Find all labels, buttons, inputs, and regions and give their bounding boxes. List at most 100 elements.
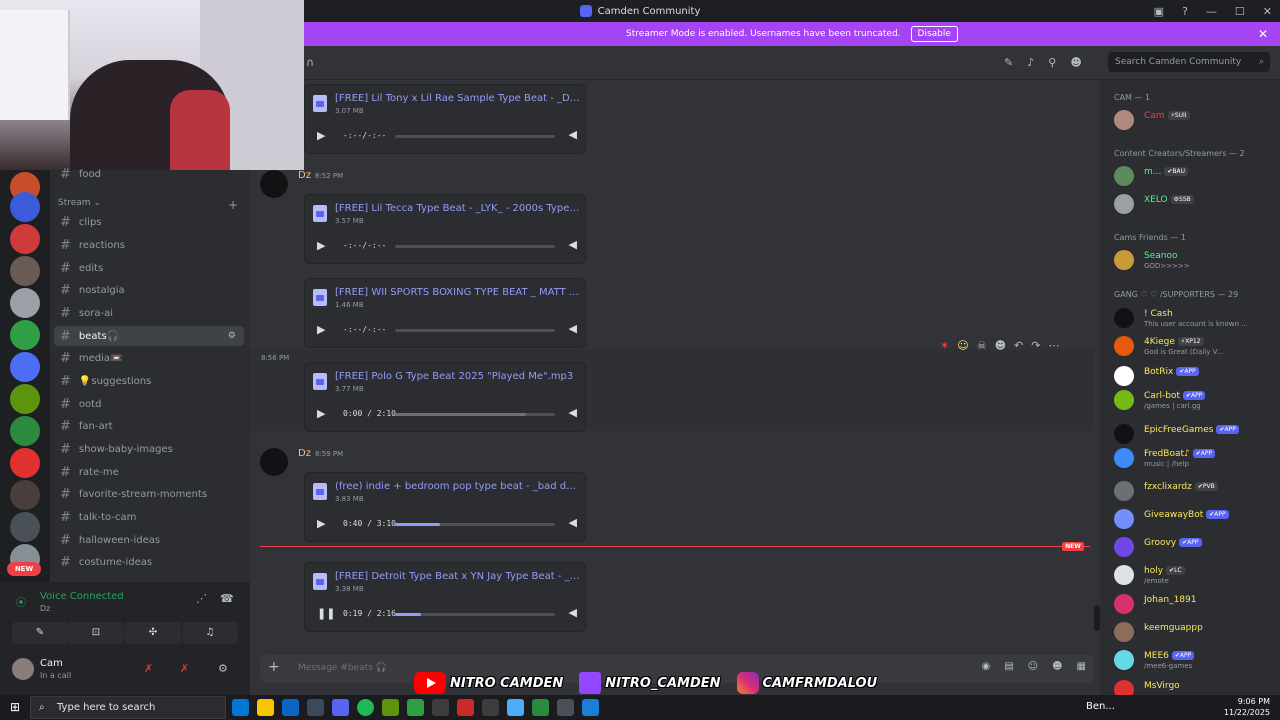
member-item[interactable]: MEE6 ✔APP /mee6-games <box>1114 648 1276 672</box>
channel-fan-art[interactable]: # fan-art <box>54 416 244 436</box>
bell-icon[interactable]: ♪ <box>1027 56 1034 69</box>
audio-attachment[interactable]: [FREE] Detroit Type Beat x YN Jay Type B… <box>304 562 586 632</box>
channel-sora-ai[interactable]: # sora-ai <box>54 303 244 323</box>
discord-icon[interactable] <box>332 699 349 716</box>
video-button[interactable]: ✎ <box>12 622 68 644</box>
member-item[interactable]: BotRix ✔APP <box>1114 364 1276 388</box>
screen-share-button[interactable]: ⊡ <box>68 622 124 644</box>
maximize-button[interactable]: ☐ <box>1235 5 1245 18</box>
server-icon[interactable] <box>10 192 40 222</box>
channel-rate-me[interactable]: # rate-me <box>54 462 244 482</box>
channel-show-baby-images[interactable]: # show-baby-images <box>54 439 244 459</box>
channel-halloween-ideas[interactable]: # halloween-ideas <box>54 530 244 550</box>
audio-seek-bar[interactable] <box>395 413 555 416</box>
play-icon[interactable]: ▶ <box>317 239 325 252</box>
channel-nostalgia[interactable]: # nostalgia <box>54 280 244 300</box>
close-banner-icon[interactable]: ✕ <box>1258 27 1268 41</box>
taskbar-pinned-label[interactable]: Ben... <box>1086 701 1115 712</box>
member-item[interactable]: Seanoo GOD>>>>> <box>1114 248 1276 272</box>
server-icon[interactable] <box>10 384 40 414</box>
channel-favorite-stream-moments[interactable]: # favorite-stream-moments <box>54 484 244 504</box>
activity-icon[interactable]: ▦ <box>1077 661 1086 672</box>
add-channel-icon[interactable]: + <box>228 198 238 212</box>
add-reaction-icon[interactable]: ☻ <box>995 339 1006 352</box>
play-icon[interactable]: ▶ <box>317 323 325 336</box>
attachment-name[interactable]: [FREE] Detroit Type Beat x YN Jay Type B… <box>335 571 581 582</box>
search-input[interactable]: Search Camden Community ⌕ <box>1108 52 1270 72</box>
play-icon[interactable]: ▶ <box>317 517 325 530</box>
members-icon[interactable]: ☻ <box>1070 56 1081 69</box>
play-icon[interactable]: ▶ <box>317 407 325 420</box>
author-name[interactable]: Dz <box>298 448 311 459</box>
audio-seek-bar[interactable] <box>395 523 555 526</box>
message-author[interactable]: Dz 8:52 PM <box>298 170 343 181</box>
server-icon[interactable] <box>10 320 40 350</box>
minecraft-icon[interactable] <box>382 699 399 716</box>
member-item[interactable]: keemguappp <box>1114 620 1276 644</box>
attachment-name[interactable]: (free) indie + bedroom pop type beat - _… <box>335 481 581 492</box>
store-icon[interactable] <box>307 699 324 716</box>
noise-suppression-icon[interactable]: ⋰ <box>196 592 207 605</box>
member-item[interactable]: m... ✔BAU <box>1114 164 1276 188</box>
member-item[interactable]: MsVirgo <box>1114 678 1276 695</box>
xbox-icon[interactable] <box>407 699 424 716</box>
channel-reactions[interactable]: # reactions <box>54 235 244 255</box>
volume-icon[interactable]: ◀ <box>569 322 577 335</box>
mute-icon[interactable]: ✗ <box>144 662 153 675</box>
windows-start-icon[interactable]: ⊞ <box>10 700 20 714</box>
laugh-reaction-icon[interactable]: ☺ <box>957 339 968 352</box>
attach-plus-icon[interactable]: + <box>268 659 280 675</box>
reply-icon[interactable]: ↶ <box>1014 339 1023 352</box>
member-item[interactable]: Cam ⚡SUII <box>1114 108 1276 132</box>
attachment-name[interactable]: [FREE] WII SPORTS BOXING TYPE BEAT _ MAT… <box>335 287 581 298</box>
member-item[interactable]: ! Cash This user account is known ... <box>1114 306 1276 330</box>
audio-seek-bar[interactable] <box>395 329 555 332</box>
channel-clips[interactable]: # clips <box>54 212 244 232</box>
audio-seek-bar[interactable] <box>395 613 555 616</box>
new-servers-badge[interactable]: NEW <box>7 562 41 576</box>
server-icon[interactable] <box>10 352 40 382</box>
edge-icon[interactable] <box>232 699 249 716</box>
reaction-icon[interactable]: ✶ <box>940 339 949 352</box>
member-item[interactable]: EpicFreeGames ✔APP <box>1114 422 1276 446</box>
obs-icon[interactable] <box>457 699 474 716</box>
channel-edits[interactable]: # edits <box>54 258 244 278</box>
server-icon[interactable] <box>10 256 40 286</box>
category-stream[interactable]: Stream ⌄ + <box>58 198 238 212</box>
volume-icon[interactable]: ◀ <box>569 128 577 141</box>
member-item[interactable]: Carl-bot ✔APP /games | carl.gg <box>1114 388 1276 412</box>
help-icon[interactable]: ? <box>1182 5 1188 18</box>
member-item[interactable]: XELO ⚙SSB <box>1114 192 1276 216</box>
channel-beats[interactable]: # beats🎧 ⚙ <box>54 326 244 346</box>
disconnect-icon[interactable]: ☎ <box>220 592 234 605</box>
pause-icon[interactable]: ❚❚ <box>317 607 335 620</box>
soundboard-button[interactable]: ♫ <box>182 622 238 644</box>
volume-icon[interactable]: ◀ <box>569 238 577 251</box>
channel-talk-to-cam[interactable]: # talk-to-cam <box>54 507 244 527</box>
channel-costume-ideas[interactable]: # costume-ideas <box>54 552 244 572</box>
server-icon[interactable] <box>10 512 40 542</box>
channel-ootd[interactable]: # ootd <box>54 394 244 414</box>
member-item[interactable]: holy ✔LC /emote <box>1114 563 1276 587</box>
attachment-name[interactable]: [FREE] Lil Tony x Lil Rae Sample Type Be… <box>335 93 581 104</box>
app-icon[interactable] <box>507 699 524 716</box>
message-input[interactable]: Message #beats 🎧 <box>298 663 387 673</box>
voice-channel[interactable]: Dz <box>40 604 50 613</box>
system-tray-clock[interactable]: 9:06 PM 11/22/2025 <box>1224 696 1270 718</box>
pin-icon[interactable]: ⚲ <box>1048 56 1056 69</box>
member-item[interactable]: Johan_1891 <box>1114 592 1276 616</box>
audio-attachment[interactable]: [FREE] Lil Tecca Type Beat - _LYK_ - 200… <box>304 194 586 264</box>
deafen-icon[interactable]: ✗ <box>180 662 189 675</box>
audio-attachment[interactable]: [FREE] WII SPORTS BOXING TYPE BEAT _ MAT… <box>304 278 586 348</box>
activities-button[interactable]: ✣ <box>125 622 181 644</box>
play-icon[interactable]: ▶ <box>317 129 325 142</box>
volume-icon[interactable]: ◀ <box>569 516 577 529</box>
threads-icon[interactable]: ✎ <box>1004 56 1013 69</box>
app-icon[interactable] <box>532 699 549 716</box>
app-icon[interactable] <box>432 699 449 716</box>
steam-icon[interactable] <box>582 699 599 716</box>
channel-suggestions[interactable]: # 💡suggestions <box>54 371 244 391</box>
audio-seek-bar[interactable] <box>395 245 555 248</box>
avatar[interactable] <box>260 448 288 476</box>
close-window-button[interactable]: ✕ <box>1263 5 1272 18</box>
